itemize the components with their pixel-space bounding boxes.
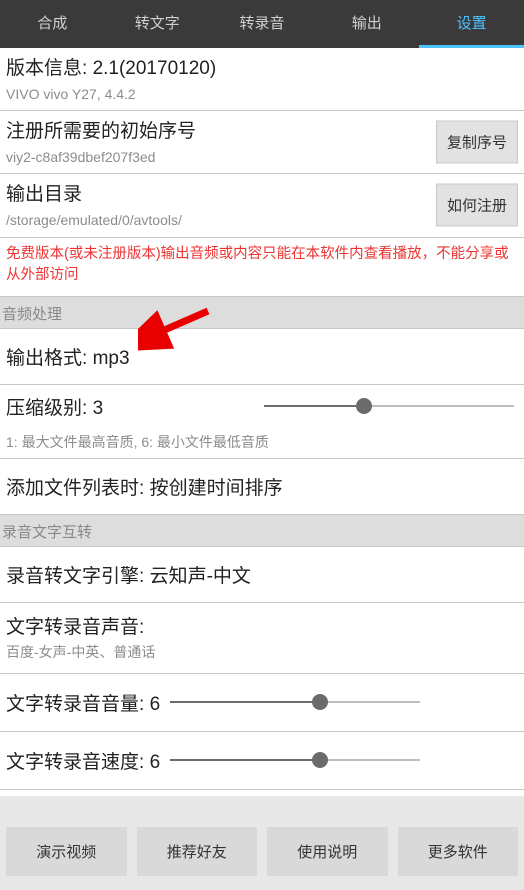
stt-engine-prefix: 录音转文字引擎: <box>6 566 150 587</box>
stt-engine-value: 云知声-中文 <box>150 566 251 587</box>
tab-synth[interactable]: 合成 <box>0 0 105 48</box>
tts-voice-row[interactable]: 文字转录音声音: 百度-女声-中英、普通话 <box>0 603 524 674</box>
help-button[interactable]: 使用说明 <box>267 827 388 876</box>
output-format-row[interactable]: 输出格式: mp3 <box>0 329 524 385</box>
version-value: 2.1(20170120) <box>93 58 217 79</box>
demo-video-button[interactable]: 演示视频 <box>6 827 127 876</box>
stt-engine-row[interactable]: 录音转文字引擎: 云知声-中文 <box>0 547 524 603</box>
compress-row[interactable]: 压缩级别: 3 1: 最大文件最高音质, 6: 最小文件最低音质 <box>0 385 524 459</box>
sort-value: 按创建时间排序 <box>150 478 283 499</box>
tts-speed-prefix: 文字转录音速度: <box>6 752 150 773</box>
settings-scroll[interactable]: 版本信息: 2.1(20170120) VIVO vivo Y27, 4.4.2… <box>0 48 524 796</box>
tts-volume-prefix: 文字转录音音量: <box>6 694 150 715</box>
tts-speed-value: 6 <box>150 752 161 773</box>
compress-slider[interactable] <box>264 394 514 418</box>
outdir-row: 输出目录 /storage/emulated/0/avtools/ 如何注册 <box>0 174 524 237</box>
tts-speed-row[interactable]: 文字转录音速度: 6 <box>0 732 524 790</box>
tts-speed-thumb[interactable] <box>312 752 328 768</box>
tab-output[interactable]: 输出 <box>314 0 419 48</box>
version-row: 版本信息: 2.1(20170120) VIVO vivo Y27, 4.4.2 <box>0 48 524 111</box>
tts-volume-row[interactable]: 文字转录音音量: 6 <box>0 674 524 732</box>
sort-prefix: 添加文件列表时: <box>6 478 150 499</box>
version-title: 版本信息: 2.1(20170120) <box>6 56 518 83</box>
compress-thumb[interactable] <box>356 398 372 414</box>
section-audio: 音频处理 <box>0 297 524 329</box>
more-apps-button[interactable]: 更多软件 <box>398 827 519 876</box>
how-to-register-button[interactable]: 如何注册 <box>436 184 518 227</box>
tts-volume-slider[interactable] <box>170 690 420 714</box>
version-device: VIVO vivo Y27, 4.4.2 <box>6 85 518 105</box>
tts-pitch-row[interactable]: 文字转录音音调: 6 <box>0 790 524 796</box>
register-row: 注册所需要的初始序号 viy2-c8af39dbef207f3ed 复制序号 <box>0 111 524 174</box>
tts-volume-value: 6 <box>150 694 161 715</box>
tts-voice-label: 文字转录音声音: <box>6 615 518 642</box>
compress-value: 3 <box>93 398 104 419</box>
tab-to-text[interactable]: 转文字 <box>105 0 210 48</box>
out-format-value: mp3 <box>93 348 130 369</box>
copy-serial-button[interactable]: 复制序号 <box>436 121 518 164</box>
free-version-note: 免费版本(或未注册版本)输出音频或内容只能在本软件内查看播放，不能分享或从外部访… <box>0 238 524 297</box>
compress-fill <box>264 405 364 407</box>
out-format-prefix: 输出格式: <box>6 348 93 369</box>
tts-volume-label: 文字转录音音量: 6 <box>6 689 160 716</box>
compress-sub: 1: 最大文件最高音质, 6: 最小文件最低音质 <box>6 432 514 452</box>
tts-voice-sub: 百度-女声-中英、普通话 <box>6 643 518 663</box>
tts-speed-label: 文字转录音速度: 6 <box>6 747 160 774</box>
bottom-bar: 演示视频 推荐好友 使用说明 更多软件 <box>0 817 524 890</box>
tab-settings[interactable]: 设置 <box>419 0 524 48</box>
compress-label: 压缩级别: 3 <box>6 393 103 420</box>
top-tabs: 合成 转文字 转录音 输出 设置 <box>0 0 524 48</box>
compress-prefix: 压缩级别: <box>6 398 93 419</box>
tab-to-audio[interactable]: 转录音 <box>210 0 315 48</box>
sort-row[interactable]: 添加文件列表时: 按创建时间排序 <box>0 459 524 515</box>
tts-volume-fill <box>170 701 320 703</box>
version-prefix: 版本信息: <box>6 58 93 79</box>
section-stt: 录音文字互转 <box>0 515 524 547</box>
tts-volume-thumb[interactable] <box>312 694 328 710</box>
tts-speed-slider[interactable] <box>170 748 420 772</box>
recommend-button[interactable]: 推荐好友 <box>137 827 258 876</box>
tts-speed-fill <box>170 759 320 761</box>
